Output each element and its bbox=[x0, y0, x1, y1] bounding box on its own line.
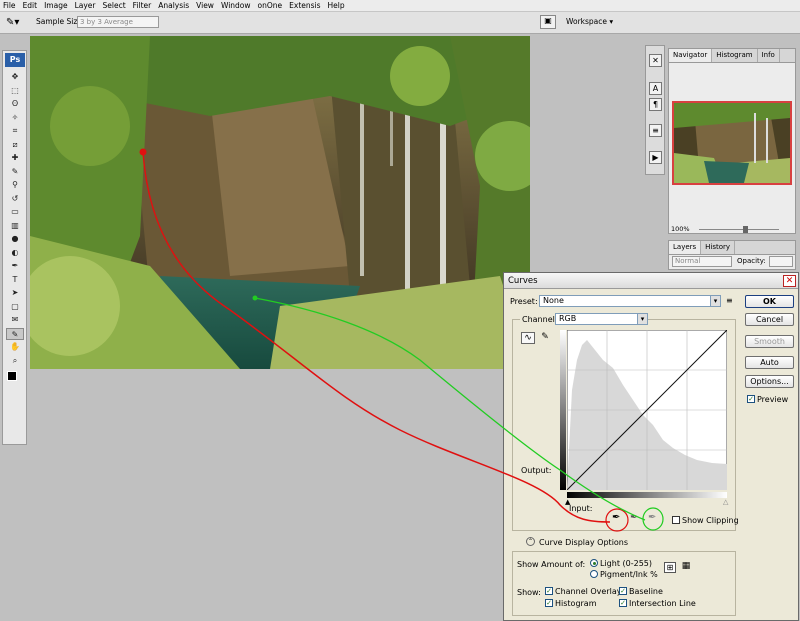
show-clipping-checkbox[interactable] bbox=[672, 516, 680, 524]
intersection-line-label: Intersection Line bbox=[629, 599, 696, 608]
light-radio-label: Light (0-255) bbox=[600, 559, 652, 568]
channel-overlays-checkbox[interactable]: ✓ bbox=[545, 587, 553, 595]
simple-grid-icon[interactable]: ⊞ bbox=[664, 562, 676, 573]
channel-overlays-label: Channel Overlays bbox=[555, 587, 626, 596]
show-label: Show: bbox=[517, 588, 541, 597]
show-amount-label: Show Amount of: bbox=[517, 560, 586, 569]
pigment-radio[interactable] bbox=[590, 570, 598, 578]
show-clipping-label: Show Clipping bbox=[682, 516, 739, 525]
pigment-radio-label: Pigment/Ink % bbox=[600, 570, 658, 579]
baseline-checkbox[interactable]: ✓ bbox=[619, 587, 627, 595]
baseline-label: Baseline bbox=[629, 587, 663, 596]
annotation-rings bbox=[605, 507, 664, 532]
display-options-label: Curve Display Options bbox=[539, 538, 629, 547]
collapse-icon[interactable]: ⌃ bbox=[526, 537, 535, 546]
light-radio[interactable] bbox=[590, 559, 598, 567]
intersection-line-checkbox[interactable]: ✓ bbox=[619, 599, 627, 607]
histogram-checkbox[interactable]: ✓ bbox=[545, 599, 553, 607]
detailed-grid-icon[interactable]: ▦ bbox=[680, 562, 692, 573]
histogram-label: Histogram bbox=[555, 599, 597, 608]
